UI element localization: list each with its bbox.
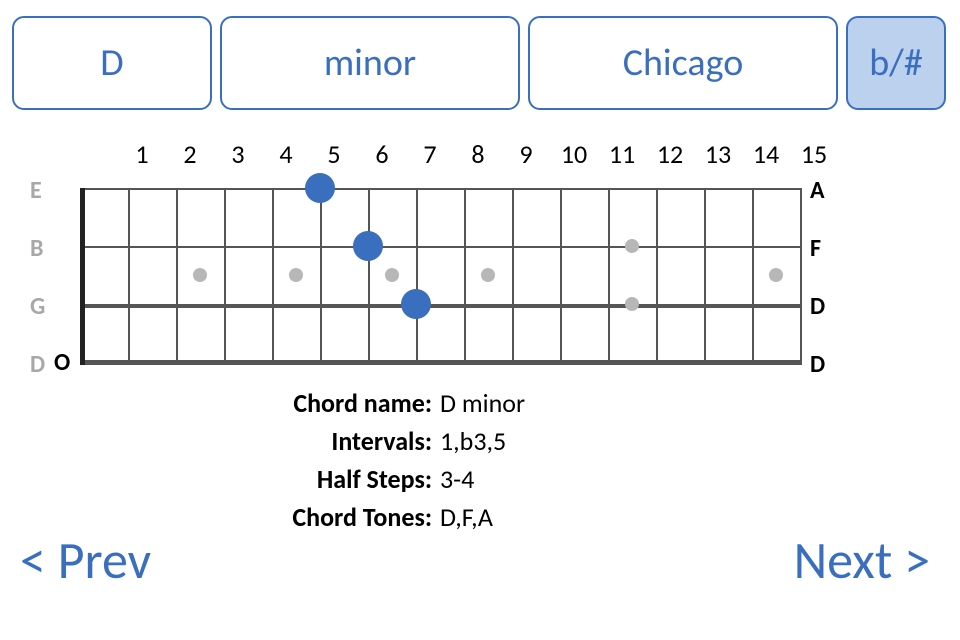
root-selector[interactable]: D — [12, 16, 212, 110]
string-tone-label: D — [810, 292, 825, 350]
fret-number: 13 — [694, 138, 742, 170]
chord-tones-value: D,F,A — [440, 498, 493, 536]
fret-number: 9 — [502, 138, 550, 170]
string-tone-label: A — [810, 176, 825, 234]
fret-inlay — [481, 268, 495, 282]
intervals-label: Intervals: — [0, 422, 440, 460]
enharmonic-toggle[interactable]: b/# — [846, 16, 946, 110]
fret-number: 4 — [262, 138, 310, 170]
next-button[interactable]: Next > — [794, 528, 930, 592]
fret-number: 8 — [454, 138, 502, 170]
fret-inlay — [625, 239, 639, 253]
chord-name-value: D minor — [440, 384, 525, 422]
chord-tone-labels: AFDD — [810, 176, 825, 408]
fret-inlay — [193, 268, 207, 282]
fret-number: 10 — [550, 138, 598, 170]
fretboard-diagram: 123456789101112131415 EBGD AFDD O — [70, 138, 890, 364]
prev-button[interactable]: < Prev — [20, 528, 151, 592]
fret-number: 12 — [646, 138, 694, 170]
finger-dot — [401, 289, 431, 319]
open-string-marker: O — [54, 348, 70, 377]
fret-number: 2 — [166, 138, 214, 170]
fret-number-row: 123456789101112131415 — [118, 138, 838, 170]
string-open-label: D — [30, 350, 45, 408]
fret-inlay — [625, 297, 639, 311]
half-steps-label: Half Steps: — [0, 460, 440, 498]
fret-number: 11 — [598, 138, 646, 170]
intervals-value: 1,b3,5 — [440, 422, 506, 460]
string-tone-label: F — [810, 234, 825, 292]
fretboard-grid — [80, 188, 800, 364]
fret-inlay — [385, 268, 399, 282]
fret-number: 3 — [214, 138, 262, 170]
fret-number: 14 — [742, 138, 790, 170]
chord-name-label: Chord name: — [0, 384, 440, 422]
chord-type-selector[interactable]: minor — [220, 16, 520, 110]
string-open-label: G — [30, 292, 45, 350]
open-string-labels: EBGD — [30, 176, 45, 408]
string-open-label: E — [30, 176, 45, 234]
fret-inlay — [769, 268, 783, 282]
style-selector[interactable]: Chicago — [528, 16, 838, 110]
fret-number: 1 — [118, 138, 166, 170]
half-steps-value: 3-4 — [440, 460, 474, 498]
finger-dot — [353, 231, 383, 261]
fret-inlay — [289, 268, 303, 282]
string-tone-label: D — [810, 350, 825, 408]
finger-dot — [305, 173, 335, 203]
fret-number: 5 — [310, 138, 358, 170]
fret-number: 6 — [358, 138, 406, 170]
fret-number: 15 — [790, 138, 838, 170]
fret-number: 7 — [406, 138, 454, 170]
string-open-label: B — [30, 234, 45, 292]
